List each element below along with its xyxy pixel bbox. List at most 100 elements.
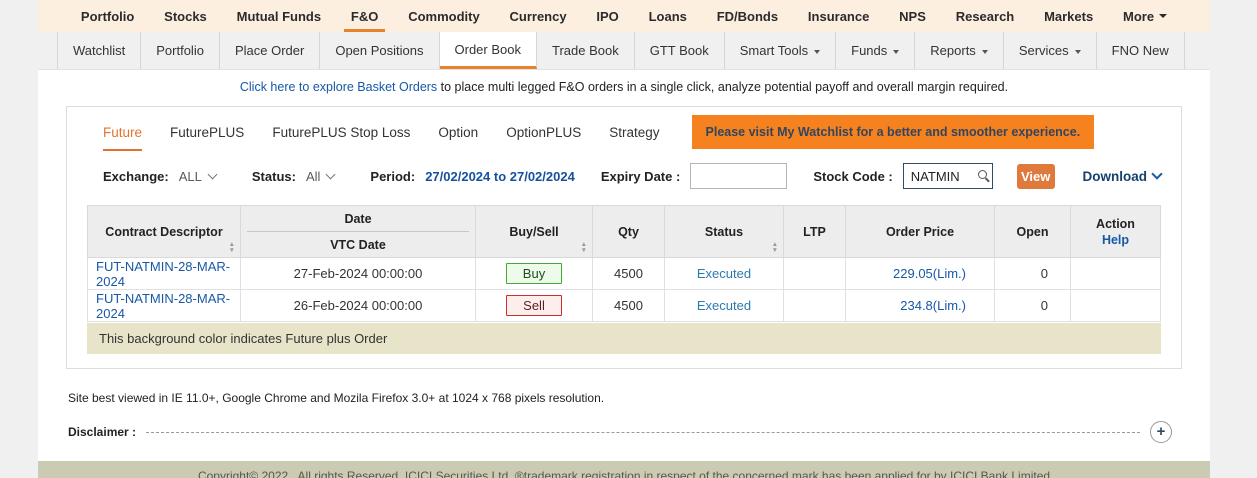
chevron-down-icon bbox=[207, 169, 217, 179]
col-ltp: LTP bbox=[784, 206, 846, 258]
status-header-label: Status bbox=[705, 225, 743, 239]
tabs-row: Future FuturePLUS FuturePLUS Stop Loss O… bbox=[87, 113, 1161, 151]
chevron-down-icon bbox=[1159, 14, 1167, 18]
subnav-item-trade-book[interactable]: Trade Book bbox=[537, 32, 635, 69]
col-date: Date VTC Date bbox=[241, 206, 476, 258]
order-price-cell: 234.8(Lim.) bbox=[900, 298, 966, 313]
exchange-select[interactable]: ALL bbox=[179, 169, 216, 184]
basket-orders-line: Click here to explore Basket Orders to p… bbox=[38, 70, 1210, 94]
tab-futureplus-stop-loss[interactable]: FuturePLUS Stop Loss bbox=[272, 117, 410, 151]
watchlist-promo-banner: Please visit My Watchlist for a better a… bbox=[692, 115, 1095, 149]
sort-icon[interactable]: ▲▼ bbox=[772, 242, 778, 253]
order-price-cell: 229.05(Lim.) bbox=[893, 266, 966, 281]
contract-link[interactable]: FUT-NATMIN-28-MAR-2024 bbox=[96, 291, 230, 321]
subnav-item-smart-tools[interactable]: Smart Tools bbox=[725, 32, 836, 69]
nav-item-insurance[interactable]: Insurance bbox=[808, 0, 869, 32]
disclaimer-label: Disclaimer : bbox=[68, 425, 136, 439]
table-row: FUT-NATMIN-28-MAR-2024 27-Feb-2024 00:00… bbox=[88, 258, 1161, 290]
subnav-smart-tools-label: Smart Tools bbox=[740, 43, 808, 58]
subnav-item-reports[interactable]: Reports bbox=[915, 32, 1004, 69]
help-link[interactable]: Help bbox=[1071, 233, 1160, 247]
buy-sell-header-label: Buy/Sell bbox=[509, 225, 558, 239]
expiry-date-label: Expiry Date : bbox=[601, 169, 680, 184]
subnav-item-fno-new[interactable]: FNO New bbox=[1097, 32, 1185, 69]
subnav-item-open-positions[interactable]: Open Positions bbox=[320, 32, 439, 69]
subnav-item-portfolio[interactable]: Portfolio bbox=[141, 32, 220, 69]
sell-badge[interactable]: Sell bbox=[506, 295, 562, 316]
subnav-item-funds[interactable]: Funds bbox=[836, 32, 915, 69]
table-header-row: Contract Descriptor ▲▼ Date VTC Date Buy… bbox=[88, 206, 1161, 258]
order-date-cell: 27-Feb-2024 00:00:00 bbox=[241, 258, 476, 290]
order-book-card: Future FuturePLUS FuturePLUS Stop Loss O… bbox=[66, 106, 1182, 369]
order-type-tabs: Future FuturePLUS FuturePLUS Stop Loss O… bbox=[87, 113, 660, 151]
col-action-help: Action Help bbox=[1071, 206, 1161, 258]
nav-item-portfolio[interactable]: Portfolio bbox=[81, 0, 134, 32]
filter-bar: Exchange: ALL Status: All Period: 27/02/… bbox=[87, 151, 1161, 205]
stock-code-wrap bbox=[903, 163, 993, 189]
chevron-down-icon bbox=[814, 50, 820, 54]
tab-optionplus[interactable]: OptionPLUS bbox=[506, 117, 581, 151]
tab-future[interactable]: Future bbox=[103, 117, 142, 151]
basket-orders-text: to place multi legged F&O orders in a si… bbox=[437, 80, 1008, 94]
expand-disclaimer-button[interactable]: + bbox=[1150, 421, 1172, 443]
disclaimer-divider bbox=[146, 432, 1140, 433]
stock-code-label: Stock Code : bbox=[813, 169, 892, 184]
tab-option[interactable]: Option bbox=[438, 117, 478, 151]
ltp-cell bbox=[784, 290, 846, 322]
contract-link[interactable]: FUT-NATMIN-28-MAR-2024 bbox=[96, 259, 230, 289]
page: Portfolio Stocks Mutual Funds F&O Commod… bbox=[38, 0, 1210, 478]
order-date-cell: 26-Feb-2024 00:00:00 bbox=[241, 290, 476, 322]
nav-item-fd-bonds[interactable]: FD/Bonds bbox=[717, 0, 778, 32]
expiry-date-input[interactable] bbox=[690, 163, 787, 189]
tab-futureplus[interactable]: FuturePLUS bbox=[170, 117, 244, 151]
qty-cell: 4500 bbox=[593, 258, 665, 290]
nav-item-more[interactable]: More bbox=[1123, 0, 1167, 32]
status-cell: Executed bbox=[697, 266, 751, 281]
subnav-item-watchlist[interactable]: Watchlist bbox=[57, 32, 141, 69]
status-select[interactable]: All bbox=[306, 169, 334, 184]
exchange-value: ALL bbox=[179, 169, 202, 184]
subnav-item-services[interactable]: Services bbox=[1004, 32, 1097, 69]
nav-item-mutual-funds[interactable]: Mutual Funds bbox=[237, 0, 322, 32]
view-button[interactable]: View bbox=[1017, 164, 1055, 189]
disclaimer-row: Disclaimer : + bbox=[66, 405, 1182, 443]
nav-item-nps[interactable]: NPS bbox=[899, 0, 926, 32]
subnav-reports-label: Reports bbox=[930, 43, 976, 58]
sort-icon[interactable]: ▲▼ bbox=[581, 242, 587, 253]
buy-badge[interactable]: Buy bbox=[506, 263, 562, 284]
order-book-table: Contract Descriptor ▲▼ Date VTC Date Buy… bbox=[87, 205, 1161, 322]
copyright-bar: Copyright© 2022 . All rights Reserved. I… bbox=[38, 461, 1210, 478]
status-label: Status: bbox=[252, 169, 296, 184]
chevron-down-icon bbox=[326, 169, 336, 179]
col-contract-descriptor[interactable]: Contract Descriptor ▲▼ bbox=[88, 206, 241, 258]
period-value[interactable]: 27/02/2024 to 27/02/2024 bbox=[425, 169, 575, 184]
main-nav: Portfolio Stocks Mutual Funds F&O Commod… bbox=[38, 0, 1210, 32]
subnav-funds-label: Funds bbox=[851, 43, 887, 58]
download-label: Download bbox=[1083, 169, 1148, 184]
col-buy-sell[interactable]: Buy/Sell ▲▼ bbox=[476, 206, 593, 258]
subnav-item-place-order[interactable]: Place Order bbox=[220, 32, 320, 69]
nav-item-commodity[interactable]: Commodity bbox=[408, 0, 480, 32]
fno-subnav: Watchlist Portfolio Place Order Open Pos… bbox=[38, 32, 1210, 70]
col-status[interactable]: Status ▲▼ bbox=[665, 206, 784, 258]
action-cell bbox=[1071, 258, 1161, 290]
table-row: FUT-NATMIN-28-MAR-2024 26-Feb-2024 00:00… bbox=[88, 290, 1161, 322]
sort-icon[interactable]: ▲▼ bbox=[229, 242, 235, 253]
nav-item-more-label: More bbox=[1123, 9, 1154, 24]
search-icon[interactable] bbox=[978, 170, 987, 179]
nav-item-markets[interactable]: Markets bbox=[1044, 0, 1093, 32]
nav-item-currency[interactable]: Currency bbox=[510, 0, 567, 32]
nav-item-loans[interactable]: Loans bbox=[649, 0, 687, 32]
tab-strategy[interactable]: Strategy bbox=[609, 117, 659, 151]
subnav-item-gtt-book[interactable]: GTT Book bbox=[635, 32, 725, 69]
chevron-down-icon bbox=[1151, 168, 1162, 179]
nav-item-fno[interactable]: F&O bbox=[351, 0, 378, 32]
period-label: Period: bbox=[370, 169, 415, 184]
basket-orders-link[interactable]: Click here to explore Basket Orders bbox=[240, 80, 437, 94]
nav-item-research[interactable]: Research bbox=[956, 0, 1015, 32]
date-header-label: Date bbox=[241, 212, 475, 231]
nav-item-ipo[interactable]: IPO bbox=[596, 0, 618, 32]
download-button[interactable]: Download bbox=[1083, 169, 1162, 184]
nav-item-stocks[interactable]: Stocks bbox=[164, 0, 207, 32]
subnav-item-order-book[interactable]: Order Book bbox=[440, 32, 537, 69]
